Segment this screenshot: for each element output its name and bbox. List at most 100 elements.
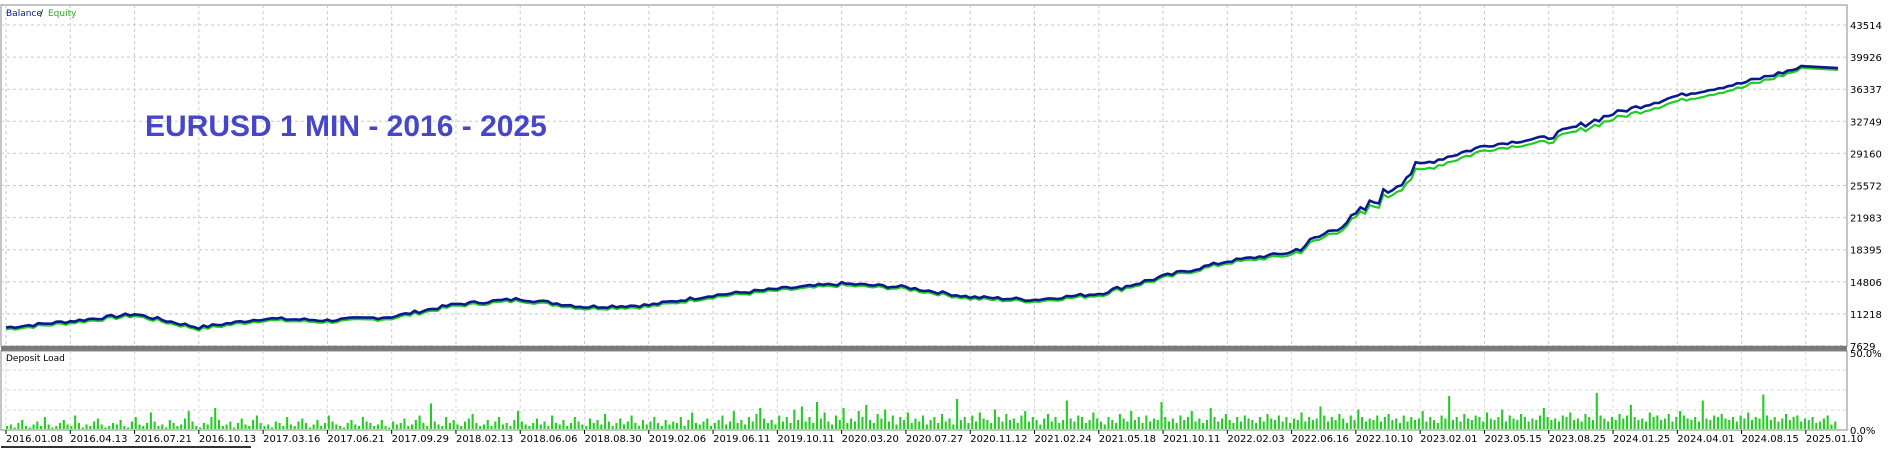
deposit-load-bar (1675, 417, 1678, 429)
deposit-load-bar (967, 423, 970, 429)
deposit-load-bar (869, 420, 872, 429)
y-tick-label: 43514 (1850, 21, 1882, 32)
deposit-load-bar (1115, 423, 1118, 429)
deposit-load-bar (740, 420, 743, 429)
deposit-load-bar (229, 421, 232, 429)
x-tick-label: 2021.05.18 (1099, 434, 1156, 445)
balance-panel-frame (0, 4, 1848, 347)
deposit-load-bar (940, 414, 944, 429)
deposit-load-bar (880, 418, 883, 429)
deposit-load-bar (509, 426, 512, 429)
deposit-load-bar (267, 424, 270, 429)
deposit-load-bar (1304, 421, 1307, 429)
deposit-load-bar (1084, 423, 1087, 429)
deposit-load-bar (687, 420, 690, 429)
deposit-load-bar (861, 417, 864, 429)
deposit-load-bar (808, 417, 811, 429)
deposit-load-bar (1258, 417, 1261, 429)
deposit-load-bar (1747, 412, 1750, 429)
deposit-load-bar (1694, 417, 1697, 429)
deposit-load-bar (846, 423, 849, 429)
deposit-load-bar (1141, 423, 1144, 429)
deposit-load-bar (36, 421, 39, 429)
deposit-load-bar (1561, 415, 1564, 429)
deposit-load-bar (607, 421, 610, 429)
deposit-load-bar (1391, 420, 1394, 429)
deposit-load-bar (293, 426, 296, 429)
deposit-load-bar (426, 426, 429, 429)
deposit-load-bar (255, 415, 258, 429)
deposit-load-bar (547, 426, 550, 429)
y-tick-label: 36337 (1850, 85, 1882, 96)
x-tick-label: 2016.07.21 (135, 434, 192, 445)
deposit-load-bar (660, 426, 663, 429)
deposit-load-bar (1766, 415, 1769, 429)
deposit-load-bar (1357, 409, 1360, 429)
deposit-load-bar (1111, 420, 1114, 429)
deposit-load-bar (1058, 423, 1061, 429)
x-tick-label: 2018.06.06 (520, 434, 577, 445)
deposit-load-bar (77, 423, 80, 429)
deposit-load-bar (240, 418, 243, 429)
deposit-load-bar (1243, 415, 1246, 429)
x-tick-label: 2018.08.30 (585, 434, 642, 445)
deposit-load-bar (467, 418, 470, 429)
deposit-load-bar (1308, 417, 1311, 429)
deposit-load-bar (13, 427, 16, 429)
deposit-load-bar (630, 415, 633, 429)
deposit-load-bar (1440, 415, 1443, 429)
deposit-load-bar (24, 426, 28, 429)
deposit-load-bar (1050, 421, 1053, 429)
deposit-load-bar (1285, 417, 1288, 429)
deposit-load-bar (498, 417, 501, 429)
horizontal-scrollbar-thumb[interactable] (1, 446, 251, 448)
deposit-load-bar (872, 423, 875, 429)
deposit-load-bar (793, 409, 796, 429)
deposit-load-bar (74, 415, 77, 429)
deposit-load-bar (490, 426, 493, 429)
deposit-load-bar (164, 427, 168, 429)
deposit-load-bar (195, 426, 198, 429)
y-tick-label: 21983 (1850, 214, 1882, 225)
deposit-load-bar (119, 420, 122, 429)
deposit-load-bar (706, 418, 709, 429)
deposit-load-bar (316, 420, 319, 429)
deposit-load-bar (1819, 421, 1822, 429)
deposit-load-bar (1062, 420, 1065, 429)
deposit-load-bar (191, 421, 194, 429)
deposit-load-bar (331, 421, 334, 429)
deposit-load-bar (445, 417, 448, 429)
deposit-load-bar (948, 418, 951, 429)
deposit-load-y-top: 50.0% (1850, 349, 1882, 360)
deposit-load-bar (1099, 421, 1102, 429)
deposit-load-bar (482, 424, 486, 429)
deposit-load-bar (853, 421, 856, 429)
deposit-load-bar (1769, 420, 1772, 429)
deposit-load-bar (1077, 415, 1080, 429)
deposit-load-bar (581, 424, 584, 429)
deposit-load-bar (1088, 420, 1091, 429)
deposit-load-bar (751, 421, 754, 429)
deposit-load-bar (1542, 408, 1545, 429)
deposit-load-bar (804, 421, 807, 429)
deposit-load-bar (221, 426, 224, 429)
deposit-load-bar (1027, 421, 1031, 429)
deposit-load-bar (108, 426, 111, 429)
deposit-load-bar (380, 420, 383, 429)
deposit-load-bar (823, 412, 826, 429)
deposit-load-bar (857, 411, 860, 429)
deposit-load-bar (202, 423, 205, 429)
x-tick-label: 2016.01.08 (6, 434, 63, 445)
deposit-load-bar (301, 418, 304, 429)
deposit-load-bar (176, 426, 179, 429)
deposit-load-bar (1417, 418, 1420, 429)
panel-splitter[interactable] (1, 346, 1847, 351)
deposit-load-bar (1330, 417, 1333, 429)
deposit-load-bar (1815, 423, 1818, 429)
deposit-load-bar (778, 415, 781, 429)
deposit-load-bar (1217, 421, 1220, 429)
x-tick-label: 2025.01.10 (1806, 434, 1863, 445)
deposit-load-bar (1599, 415, 1602, 429)
deposit-load-bar (622, 424, 626, 429)
deposit-load-bar (1682, 415, 1685, 429)
